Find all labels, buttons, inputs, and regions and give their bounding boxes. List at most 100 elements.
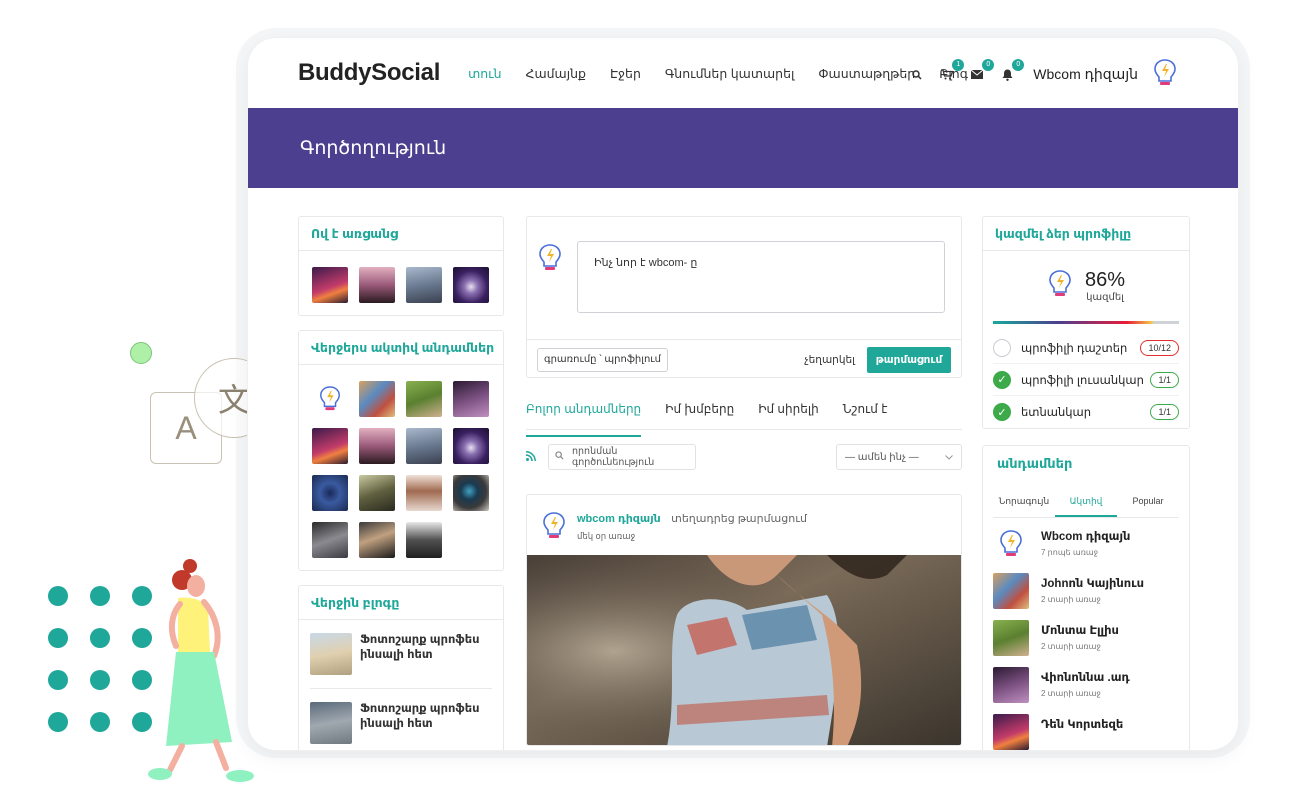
search-icon[interactable]: [909, 67, 925, 83]
member-name[interactable]: Wbcom դիզայն: [1041, 529, 1130, 543]
check-circle-icon: ✓: [993, 403, 1011, 421]
completion-row[interactable]: ✓ ետնանկար 1/1: [993, 396, 1179, 428]
widget-title: կազմել ձեր պրոֆիլը: [983, 217, 1189, 251]
member-last-active: 2 տարի առաջ: [1041, 595, 1101, 604]
tab-newest[interactable]: Նորագույն: [993, 488, 1055, 517]
envelope-icon[interactable]: 0: [969, 58, 995, 83]
tab-all-members[interactable]: Բոլոր անդամները: [526, 400, 642, 437]
blog-title[interactable]: Ֆոտոշարք պրոֆես ինսալի հետ: [360, 633, 492, 675]
post-update-button[interactable]: թարմացում: [867, 346, 951, 373]
members-widget: անդամներ Նորագույն Ակտիվ Popular Wbcom դ…: [982, 445, 1190, 750]
current-user-name[interactable]: Wbcom դիզայն: [1033, 66, 1138, 83]
avatar[interactable]: [406, 475, 442, 511]
completion-row-label: պրոֆիլի լուսանկար: [1021, 374, 1144, 387]
completion-summary: 86% կազմել: [993, 261, 1179, 311]
avatar[interactable]: [359, 267, 395, 303]
nav-item-community[interactable]: Համայնք: [526, 66, 587, 81]
user-avatar[interactable]: [541, 509, 567, 548]
nav-item-shop[interactable]: Գնումներ կատարել: [665, 66, 795, 81]
activity-item: wbcom դիզայն տեղադրեց թարմացում մեկ օր ա…: [526, 494, 962, 746]
blog-title[interactable]: Ֆոտոշարք պրոֆես ինսալի հետ: [360, 702, 492, 744]
recently-active-members-widget: Վերջերս ակտիվ անդամներ: [298, 330, 504, 571]
avatar[interactable]: [312, 381, 348, 417]
recent-member-avatars: [299, 365, 503, 570]
post-in-select[interactable]: գրառումը ՝ պրոֆիլում: [537, 347, 668, 372]
avatar[interactable]: [993, 714, 1029, 750]
avatar[interactable]: [453, 475, 489, 511]
avatar[interactable]: [312, 267, 348, 303]
widget-title: Ով է առցանց: [299, 217, 503, 251]
avatar[interactable]: [359, 522, 395, 558]
activity-photo[interactable]: [527, 555, 961, 745]
member-name[interactable]: Մոնտա Էլլիս: [1041, 623, 1119, 637]
avatar[interactable]: [359, 428, 395, 464]
member-last-active: 2 տարի առաջ: [1041, 689, 1101, 698]
avatar[interactable]: [312, 428, 348, 464]
completion-row[interactable]: ✓ պրոֆիլի լուսանկար 1/1: [993, 364, 1179, 396]
avatar[interactable]: [359, 381, 395, 417]
avatar[interactable]: [312, 522, 348, 558]
avatar[interactable]: [406, 522, 442, 558]
avatar[interactable]: [406, 381, 442, 417]
activity-timestamp[interactable]: մեկ օր առաջ: [577, 531, 807, 542]
avatar[interactable]: [993, 620, 1029, 656]
activity-filter-select[interactable]: — ամեն ինչ —: [836, 444, 962, 470]
app-window: BuddySocial տուն Համայնք Էջեր Գնումներ կ…: [248, 38, 1238, 750]
member-name[interactable]: Դեն Կորտեզե: [1041, 717, 1123, 731]
activity-tabs: Բոլոր անդամները Իմ խմբերը Իմ սիրելի Նշու…: [526, 400, 962, 437]
blog-item[interactable]: Ֆոտոշարք պրոֆես ինսալի հետ: [310, 689, 492, 750]
completion-row[interactable]: պրոֆիլի դաշտեր 10/12: [993, 332, 1179, 364]
post-update-form: Ինչ նոր է wbcom- ը գրառումը ՝ պրոֆիլում …: [526, 216, 962, 378]
completion-percent: 86%: [1084, 269, 1126, 291]
member-item[interactable]: Վիոնոննա .ադ 2 տարի առաջ: [983, 659, 1189, 706]
member-item[interactable]: Johnոն Կայինուս 2 տարի առաջ: [983, 565, 1189, 612]
activity-search-input[interactable]: որոնման գործունեություն: [548, 444, 696, 470]
member-item[interactable]: Wbcom դիզայն 7 րոպե առաջ: [983, 518, 1189, 565]
avatar[interactable]: [406, 267, 442, 303]
member-item[interactable]: Դեն Կորտեզե: [983, 706, 1189, 750]
post-form-actions: գրառումը ՝ պրոֆիլում չեղարկել թարմացում: [527, 339, 961, 379]
avatar[interactable]: [453, 381, 489, 417]
activity-stream: Ինչ նոր է wbcom- ը գրառումը ՝ պրոֆիլում …: [525, 216, 962, 746]
avatar[interactable]: [406, 428, 442, 464]
nav-item-docs[interactable]: Փաստաթղթեր: [818, 66, 915, 81]
tab-mentions[interactable]: Նշում է: [843, 400, 888, 429]
member-name[interactable]: Johnոն Կայինուս: [1041, 576, 1144, 590]
tab-my-favorites[interactable]: Իմ սիրելի: [758, 400, 819, 429]
unchecked-circle-icon: [993, 338, 1011, 357]
avatar[interactable]: [312, 475, 348, 511]
profile-completion-widget: կազմել ձեր պրոֆիլը 86% կազմել պրոֆիլի դա…: [982, 216, 1190, 429]
cart-icon[interactable]: 1: [939, 58, 965, 83]
avatar[interactable]: [993, 526, 1029, 562]
activity-user-link[interactable]: wbcom դիզայն: [577, 513, 661, 525]
avatar[interactable]: [453, 267, 489, 303]
site-logo[interactable]: BuddySocial: [298, 59, 440, 87]
activity-filters: որոնման գործունեություն — ամեն ինչ —: [525, 444, 962, 470]
rss-icon[interactable]: [525, 450, 548, 464]
tab-active[interactable]: Ակտիվ: [1055, 488, 1117, 517]
member-last-active: 2 տարի առաջ: [1041, 642, 1101, 651]
avatar[interactable]: [359, 475, 395, 511]
completion-row-badge: 10/12: [1140, 339, 1179, 356]
nav-item-pages[interactable]: Էջեր: [610, 66, 641, 81]
member-item[interactable]: Մոնտա Էլլիս 2 տարի առաջ: [983, 612, 1189, 659]
messages-count-badge: 0: [982, 58, 995, 71]
select-value: — ամեն ինչ —: [845, 451, 919, 463]
tab-my-groups[interactable]: Իմ խմբերը: [665, 400, 734, 429]
nav-item-home[interactable]: տուն: [468, 66, 501, 81]
whats-new-textarea[interactable]: Ինչ նոր է wbcom- ը: [577, 241, 945, 313]
tab-popular[interactable]: Popular: [1117, 488, 1179, 517]
blog-item[interactable]: Ֆոտոշարք պրոֆես ինսալի հետ: [310, 620, 492, 689]
cancel-button[interactable]: չեղարկել: [804, 354, 855, 366]
chevron-down-icon: [945, 452, 953, 463]
avatar[interactable]: [993, 667, 1029, 703]
members-tabs: Նորագույն Ակտիվ Popular: [993, 488, 1179, 518]
avatar[interactable]: [453, 428, 489, 464]
activity-action-text: տեղադրեց թարմացում: [671, 513, 807, 525]
user-avatar[interactable]: [1152, 58, 1178, 91]
member-name[interactable]: Վիոնոննա .ադ: [1041, 670, 1130, 684]
bell-icon[interactable]: 0: [999, 58, 1025, 83]
search-placeholder: որոնման գործունեություն: [572, 446, 655, 468]
avatar[interactable]: [993, 573, 1029, 609]
activity-header: wbcom դիզայն տեղադրեց թարմացում մեկ օր ա…: [527, 495, 961, 555]
